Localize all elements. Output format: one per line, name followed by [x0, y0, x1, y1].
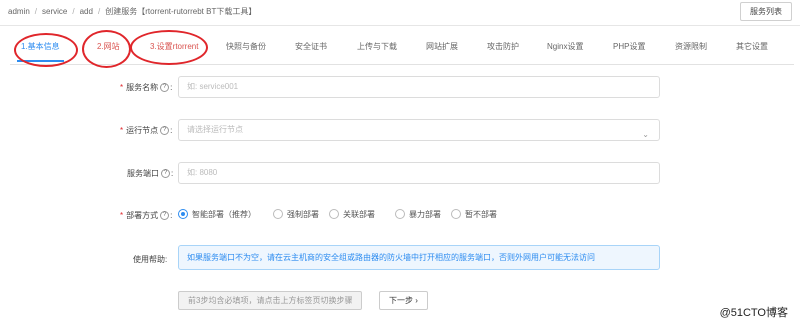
radio-selected-icon — [178, 209, 188, 219]
required-asterisk: * — [120, 83, 124, 92]
required-asterisk: * — [120, 126, 124, 135]
usage-help-message: 如果服务端口不为空，请在云主机商的安全组或路由器的防火墙中打开相应的服务端口，否… — [178, 245, 660, 270]
required-asterisk: * — [120, 211, 124, 220]
radio-icon — [329, 209, 339, 219]
radio-smart-deploy[interactable]: 智能部署（推荐） — [178, 209, 256, 220]
steps-hint-button: 前3步均含必填项，请点击上方标签页切换步骤 — [178, 291, 363, 310]
radio-icon — [273, 209, 283, 219]
tab-website-extensions[interactable]: 网站扩展 — [426, 41, 458, 52]
help-question-icon[interactable]: ? — [160, 126, 170, 136]
tab-php-settings[interactable]: PHP设置 — [613, 41, 645, 52]
tab-nginx-settings[interactable]: Nginx设置 — [547, 41, 583, 52]
watermark: @51CTO博客 — [719, 307, 788, 319]
radio-icon — [451, 209, 461, 219]
tab-resource-limits[interactable]: 资源限制 — [675, 41, 707, 52]
annotation-circle-website — [82, 30, 131, 68]
breadcrumb-current: 创建服务【rtorrent-rutorrebt BT下载工具】 — [105, 7, 257, 16]
service-port-label: 服务端口?: — [127, 169, 174, 179]
radio-force-deploy[interactable]: 强制部署 — [273, 209, 319, 220]
next-step-button[interactable]: 下一步 › — [379, 291, 428, 310]
help-question-icon[interactable]: ? — [160, 211, 170, 221]
tab-ssl-certificate[interactable]: 安全证书 — [295, 41, 327, 52]
radio-no-deploy[interactable]: 暂不部署 — [451, 209, 497, 220]
usage-help-label: 使用帮助: — [133, 255, 168, 264]
radio-icon — [395, 209, 405, 219]
tab-upload-download[interactable]: 上传与下载 — [357, 41, 397, 52]
breadcrumb: admin / service / add / 创建服务【rtorrent-rutorreb… — [8, 6, 256, 17]
breadcrumb-add[interactable]: add — [80, 7, 93, 16]
help-question-icon[interactable]: ? — [161, 169, 170, 179]
deploy-mode-label: * 部署方式?: — [120, 211, 173, 221]
help-question-icon[interactable]: ? — [160, 83, 170, 93]
chevron-down-icon: ⌄ — [642, 130, 649, 139]
tab-snapshot-backup[interactable]: 快照与备份 — [226, 41, 266, 52]
service-port-input[interactable]: 如: 8080 — [178, 162, 660, 184]
tab-other-settings[interactable]: 其它设置 — [736, 41, 768, 52]
breadcrumb-separator: / — [97, 7, 101, 16]
run-node-placeholder: 请选择运行节点 — [187, 125, 243, 134]
service-list-button[interactable]: 服务列表 — [740, 2, 792, 21]
run-node-select[interactable]: 请选择运行节点 ⌄ — [178, 119, 660, 141]
breadcrumb-admin[interactable]: admin — [8, 7, 30, 16]
breadcrumb-separator: / — [34, 7, 38, 16]
service-name-label: * 服务名称?: — [120, 83, 173, 93]
tab-attack-protection[interactable]: 攻击防护 — [487, 41, 519, 52]
run-node-label: * 运行节点?: — [120, 126, 173, 136]
service-name-input[interactable]: 如: service001 — [178, 76, 660, 98]
radio-brute-deploy[interactable]: 暴力部署 — [395, 209, 441, 220]
annotation-circle-basic-info — [14, 33, 78, 67]
annotation-circle-rtorrent — [130, 30, 208, 65]
breadcrumb-separator: / — [72, 7, 75, 16]
top-bar: admin / service / add / 创建服务【rtorrent-rutorreb… — [0, 0, 800, 26]
breadcrumb-service[interactable]: service — [42, 7, 67, 16]
radio-linked-deploy[interactable]: 关联部署 — [329, 209, 375, 220]
